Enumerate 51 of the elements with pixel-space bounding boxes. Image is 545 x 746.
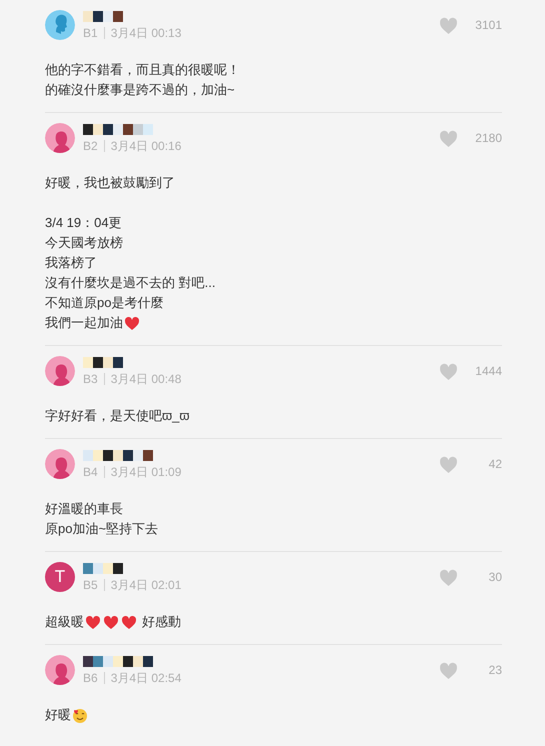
floor-number: B6 xyxy=(83,670,98,684)
comment-text: 超級暖 xyxy=(45,613,84,631)
avatar[interactable]: T xyxy=(45,562,75,592)
comment-text: 他的字不錯看，而且真的很暖呢！ xyxy=(45,61,240,79)
blurred-name xyxy=(83,10,123,22)
comment-text: 不知道原po是考什麼 xyxy=(45,294,164,312)
blurred-name xyxy=(83,356,123,368)
blurred-name xyxy=(83,656,153,666)
blurred-name xyxy=(83,450,153,460)
comment-text: 沒有什麼坎是過不去的 對吧... xyxy=(45,274,216,292)
comment-text: 我落榜了 xyxy=(45,254,97,272)
comment-text: 好溫暖的車長 xyxy=(45,500,123,518)
blurred-name xyxy=(83,562,123,574)
comment-text: 好暖 xyxy=(45,706,71,724)
post-time: 3月4日 00:16 xyxy=(110,138,182,152)
floor-number: B5 xyxy=(83,578,98,592)
like-icon[interactable] xyxy=(439,16,458,34)
like-count: 30 xyxy=(488,569,502,586)
comment-text: 的確沒什麼事是跨不過的，加油~ xyxy=(45,81,235,99)
post-time: 3月4日 00:48 xyxy=(110,372,182,386)
like-count: 2180 xyxy=(474,130,502,147)
heart-emoji xyxy=(103,614,119,630)
comment-text: 原po加油~堅持下去 xyxy=(45,520,158,538)
floor-number: B1 xyxy=(83,26,98,40)
comment-text: 字好好看，是天使吧ϖ_ϖ xyxy=(45,407,190,425)
heart-emoji xyxy=(85,614,101,630)
floor-number: B2 xyxy=(83,138,98,152)
heart-emoji xyxy=(124,316,140,330)
post-time: 3月4日 02:54 xyxy=(110,670,182,684)
floor-number: B3 xyxy=(83,372,98,386)
like-icon[interactable] xyxy=(439,662,458,678)
like-icon[interactable] xyxy=(439,130,458,146)
like-icon[interactable] xyxy=(439,568,458,586)
comment-text: 好感動 xyxy=(142,613,181,631)
like-count: 23 xyxy=(488,662,502,679)
comment-text: 好暖，我也被鼓勵到了 xyxy=(45,174,175,192)
like-count: 42 xyxy=(488,456,502,473)
comment-text: 3/4 19：04更 xyxy=(45,214,122,232)
like-icon[interactable] xyxy=(439,456,458,472)
like-icon[interactable] xyxy=(439,362,458,380)
smiling-hearts-emoji xyxy=(72,708,88,722)
post-time: 3月4日 02:01 xyxy=(110,578,182,592)
post-time: 3月4日 01:09 xyxy=(110,464,182,478)
heart-emoji xyxy=(121,614,137,630)
comment-text: 今天國考放榜 xyxy=(45,234,123,252)
blurred-name xyxy=(83,124,153,134)
like-count: 1444 xyxy=(474,363,502,380)
floor-number: B4 xyxy=(83,464,98,478)
post-time: 3月4日 00:13 xyxy=(110,26,182,40)
comment-text: 我們一起加油 xyxy=(45,314,123,332)
like-count: 3101 xyxy=(474,17,502,34)
